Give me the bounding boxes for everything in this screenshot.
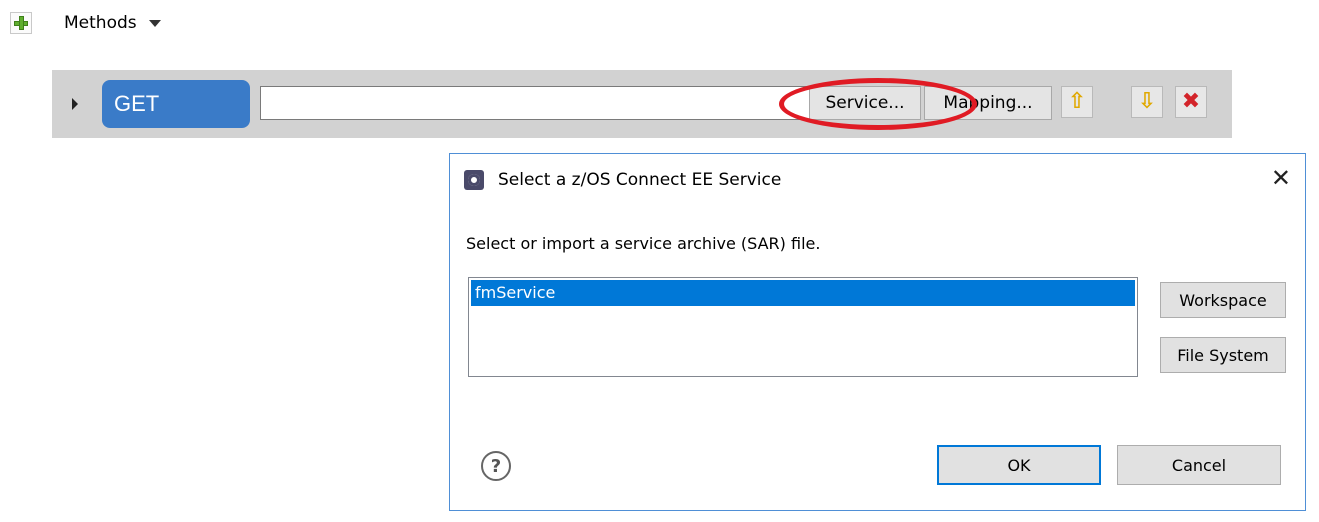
move-down-button[interactable]: ⇩ [1131,86,1163,118]
expand-arrow-icon[interactable] [72,98,78,110]
add-icon[interactable] [10,12,32,34]
method-row: GET Service... Mapping... ⇧ ⇩ ✖ [52,70,1232,138]
methods-label[interactable]: Methods [64,13,137,33]
delete-button[interactable]: ✖ [1175,86,1207,118]
select-service-dialog: Select a z/OS Connect EE Service ✕ Selec… [449,153,1306,511]
mapping-button[interactable]: Mapping... [924,86,1052,120]
dialog-title: Select a z/OS Connect EE Service [498,170,782,190]
methods-toolbar: Methods [10,10,161,36]
gear-icon [464,170,484,190]
arrow-up-icon: ⇧ [1067,89,1087,114]
help-icon[interactable]: ? [481,451,511,481]
dialog-titlebar: Select a z/OS Connect EE Service [464,170,781,190]
list-item[interactable]: fmService [471,280,1135,306]
delete-icon: ✖ [1181,89,1201,114]
move-up-button[interactable]: ⇧ [1061,86,1093,118]
arrow-down-icon: ⇩ [1137,89,1157,114]
ok-button[interactable]: OK [937,445,1101,485]
method-verb-badge[interactable]: GET [102,80,250,128]
dialog-message: Select or import a service archive (SAR)… [466,234,821,253]
file-system-button[interactable]: File System [1160,337,1286,373]
workspace-button[interactable]: Workspace [1160,282,1286,318]
close-icon[interactable]: ✕ [1271,166,1291,190]
cancel-button[interactable]: Cancel [1117,445,1281,485]
method-path-input[interactable] [260,86,812,120]
chevron-down-icon[interactable] [148,19,161,27]
service-list[interactable]: fmService [468,277,1138,377]
service-button[interactable]: Service... [809,86,921,120]
